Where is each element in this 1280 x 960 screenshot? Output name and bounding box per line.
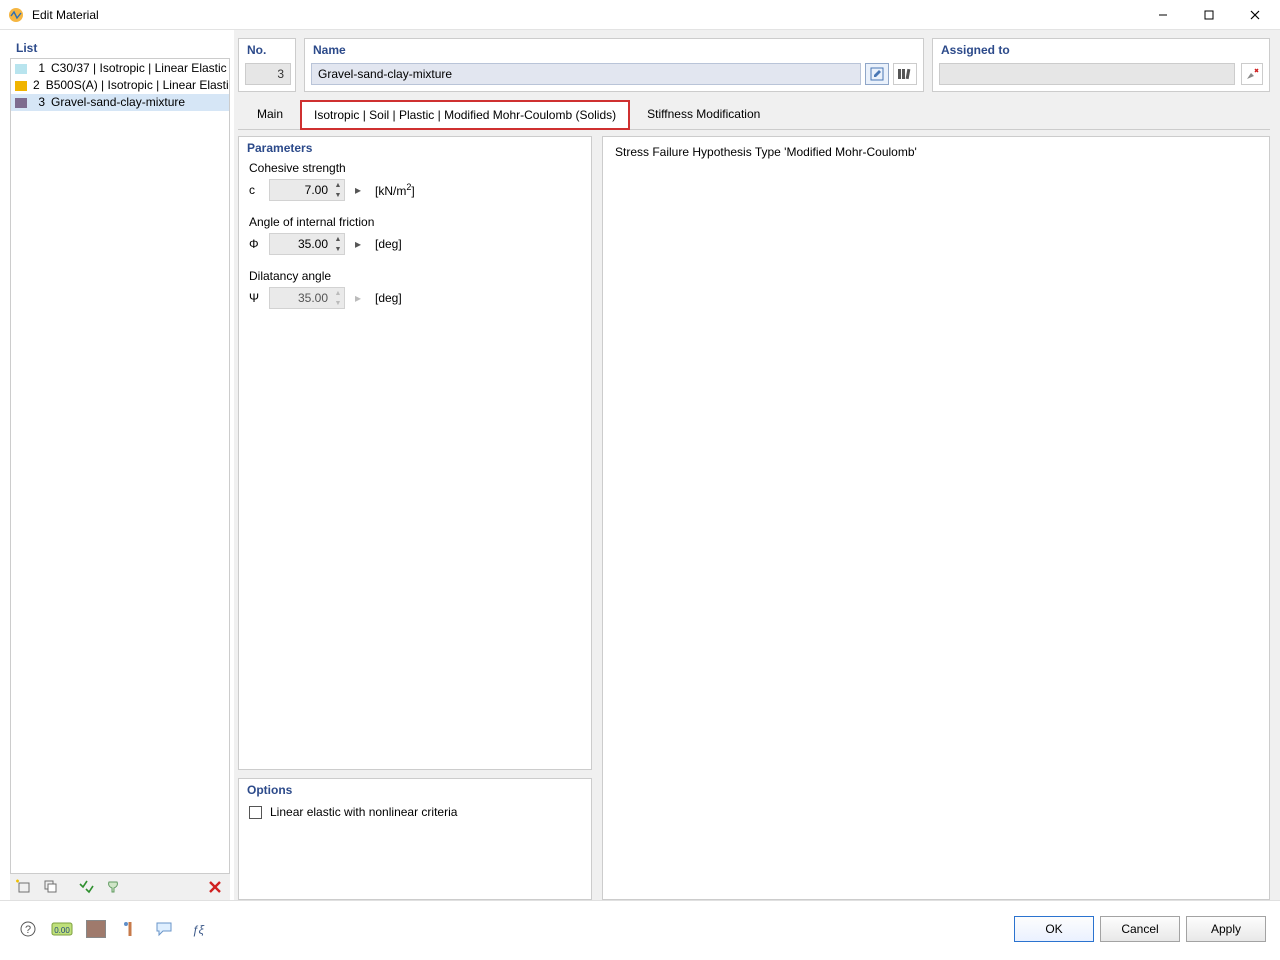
dropdown-icon[interactable]: ▸ <box>351 234 365 254</box>
delete-item-button[interactable] <box>202 876 228 898</box>
minimize-button[interactable] <box>1140 0 1186 30</box>
dialog-footer: ? 0.00 ƒξ OK Cancel Apply <box>0 900 1280 956</box>
left-sidebar: List 1 C30/37 | Isotropic | Linear Elast… <box>0 30 234 900</box>
library-button[interactable] <box>893 63 917 85</box>
parameters-panel: Parameters Cohesive strength c ▲▼ ▸ [kN/… <box>238 136 592 770</box>
list-num: 3 <box>33 94 45 111</box>
list-num: 1 <box>33 60 45 77</box>
no-input[interactable] <box>245 63 291 85</box>
name-panel: Name <box>304 38 924 92</box>
dropdown-icon[interactable]: ▸ <box>351 180 365 200</box>
spinner[interactable]: ▲▼ <box>332 180 344 200</box>
svg-text:ƒξ: ƒξ <box>192 923 205 937</box>
color-swatch-icon <box>86 920 106 938</box>
assigned-field[interactable] <box>939 63 1235 85</box>
list-item[interactable]: 2 B500S(A) | Isotropic | Linear Elastic <box>11 77 229 94</box>
list-item-label: C30/37 | Isotropic | Linear Elastic <box>51 60 227 77</box>
dropdown-icon: ▸ <box>351 288 365 308</box>
no-label: No. <box>239 39 295 59</box>
edit-name-button[interactable] <box>865 63 889 85</box>
spinner[interactable]: ▲▼ <box>332 234 344 254</box>
angle-input[interactable] <box>270 234 332 254</box>
color-button[interactable] <box>82 916 110 942</box>
dilatancy-input <box>270 288 332 308</box>
model-info-button[interactable] <box>116 916 144 942</box>
comment-button[interactable] <box>150 916 178 942</box>
color-swatch <box>15 98 27 108</box>
list-item[interactable]: 1 C30/37 | Isotropic | Linear Elastic <box>11 60 229 77</box>
linear-elastic-label: Linear elastic with nonlinear criteria <box>270 805 457 819</box>
no-panel: No. <box>238 38 296 92</box>
cohesive-symbol: c <box>249 183 263 197</box>
spin-up-icon[interactable]: ▲ <box>332 180 344 190</box>
help-button[interactable]: ? <box>14 916 42 942</box>
new-item-button[interactable] <box>12 876 38 898</box>
spin-down-icon[interactable]: ▼ <box>332 244 344 254</box>
linear-elastic-checkbox[interactable] <box>249 806 262 819</box>
assigned-label: Assigned to <box>933 39 1269 59</box>
options-title: Options <box>239 779 591 799</box>
list-title: List <box>10 38 230 58</box>
color-swatch <box>15 64 27 74</box>
svg-text:?: ? <box>25 924 31 936</box>
title-bar: Edit Material <box>0 0 1280 30</box>
cancel-button[interactable]: Cancel <box>1100 916 1180 942</box>
app-icon <box>8 7 24 23</box>
pick-assigned-button[interactable] <box>1241 63 1263 85</box>
cohesive-label: Cohesive strength <box>249 161 581 175</box>
list-item-label: B500S(A) | Isotropic | Linear Elastic <box>46 77 230 94</box>
dilatancy-unit: [deg] <box>375 291 402 305</box>
tab-bar: Main Isotropic | Soil | Plastic | Modifi… <box>238 100 1270 130</box>
tab-stiffness-modification[interactable]: Stiffness Modification <box>634 100 773 129</box>
spin-down-icon[interactable]: ▼ <box>332 190 344 200</box>
close-window-button[interactable] <box>1232 0 1278 30</box>
function-button[interactable]: ƒξ <box>184 916 212 942</box>
dilatancy-label: Dilatancy angle <box>249 269 581 283</box>
tab-main[interactable]: Main <box>244 100 296 129</box>
right-area: No. Name <box>234 30 1280 900</box>
list-num: 2 <box>33 77 40 94</box>
spin-up-icon[interactable]: ▲ <box>332 234 344 244</box>
name-input[interactable] <box>311 63 861 85</box>
cohesive-unit: [kN/m2] <box>375 182 415 198</box>
list-toolbar <box>10 874 230 900</box>
apply-button[interactable]: Apply <box>1186 916 1266 942</box>
spin-up-icon: ▲ <box>332 288 344 298</box>
material-list: 1 C30/37 | Isotropic | Linear Elastic 2 … <box>10 58 230 874</box>
options-panel: Options Linear elastic with nonlinear cr… <box>238 778 592 900</box>
spinner: ▲▼ <box>332 288 344 308</box>
angle-unit: [deg] <box>375 237 402 251</box>
info-panel: Stress Failure Hypothesis Type 'Modified… <box>602 136 1270 900</box>
check-all-button[interactable] <box>74 876 100 898</box>
window-title: Edit Material <box>32 8 99 22</box>
cohesive-input[interactable] <box>270 180 332 200</box>
angle-label: Angle of internal friction <box>249 215 581 229</box>
units-button[interactable]: 0.00 <box>48 916 76 942</box>
list-item[interactable]: 3 Gravel-sand-clay-mixture <box>11 94 229 111</box>
parameters-title: Parameters <box>239 137 591 157</box>
assigned-panel: Assigned to <box>932 38 1270 92</box>
info-text: Stress Failure Hypothesis Type 'Modified… <box>615 145 1257 159</box>
name-label: Name <box>305 39 923 59</box>
maximize-button[interactable] <box>1186 0 1232 30</box>
list-item-label: Gravel-sand-clay-mixture <box>51 94 185 111</box>
dilatancy-symbol: Ψ <box>249 291 263 305</box>
spin-down-icon: ▼ <box>332 298 344 308</box>
color-swatch <box>15 81 27 91</box>
copy-item-button[interactable] <box>38 876 64 898</box>
filter-button[interactable] <box>100 876 126 898</box>
ok-button[interactable]: OK <box>1014 916 1094 942</box>
angle-symbol: Φ <box>249 237 263 251</box>
svg-text:0.00: 0.00 <box>54 926 70 935</box>
tab-isotropic-soil-plastic[interactable]: Isotropic | Soil | Plastic | Modified Mo… <box>300 100 630 130</box>
